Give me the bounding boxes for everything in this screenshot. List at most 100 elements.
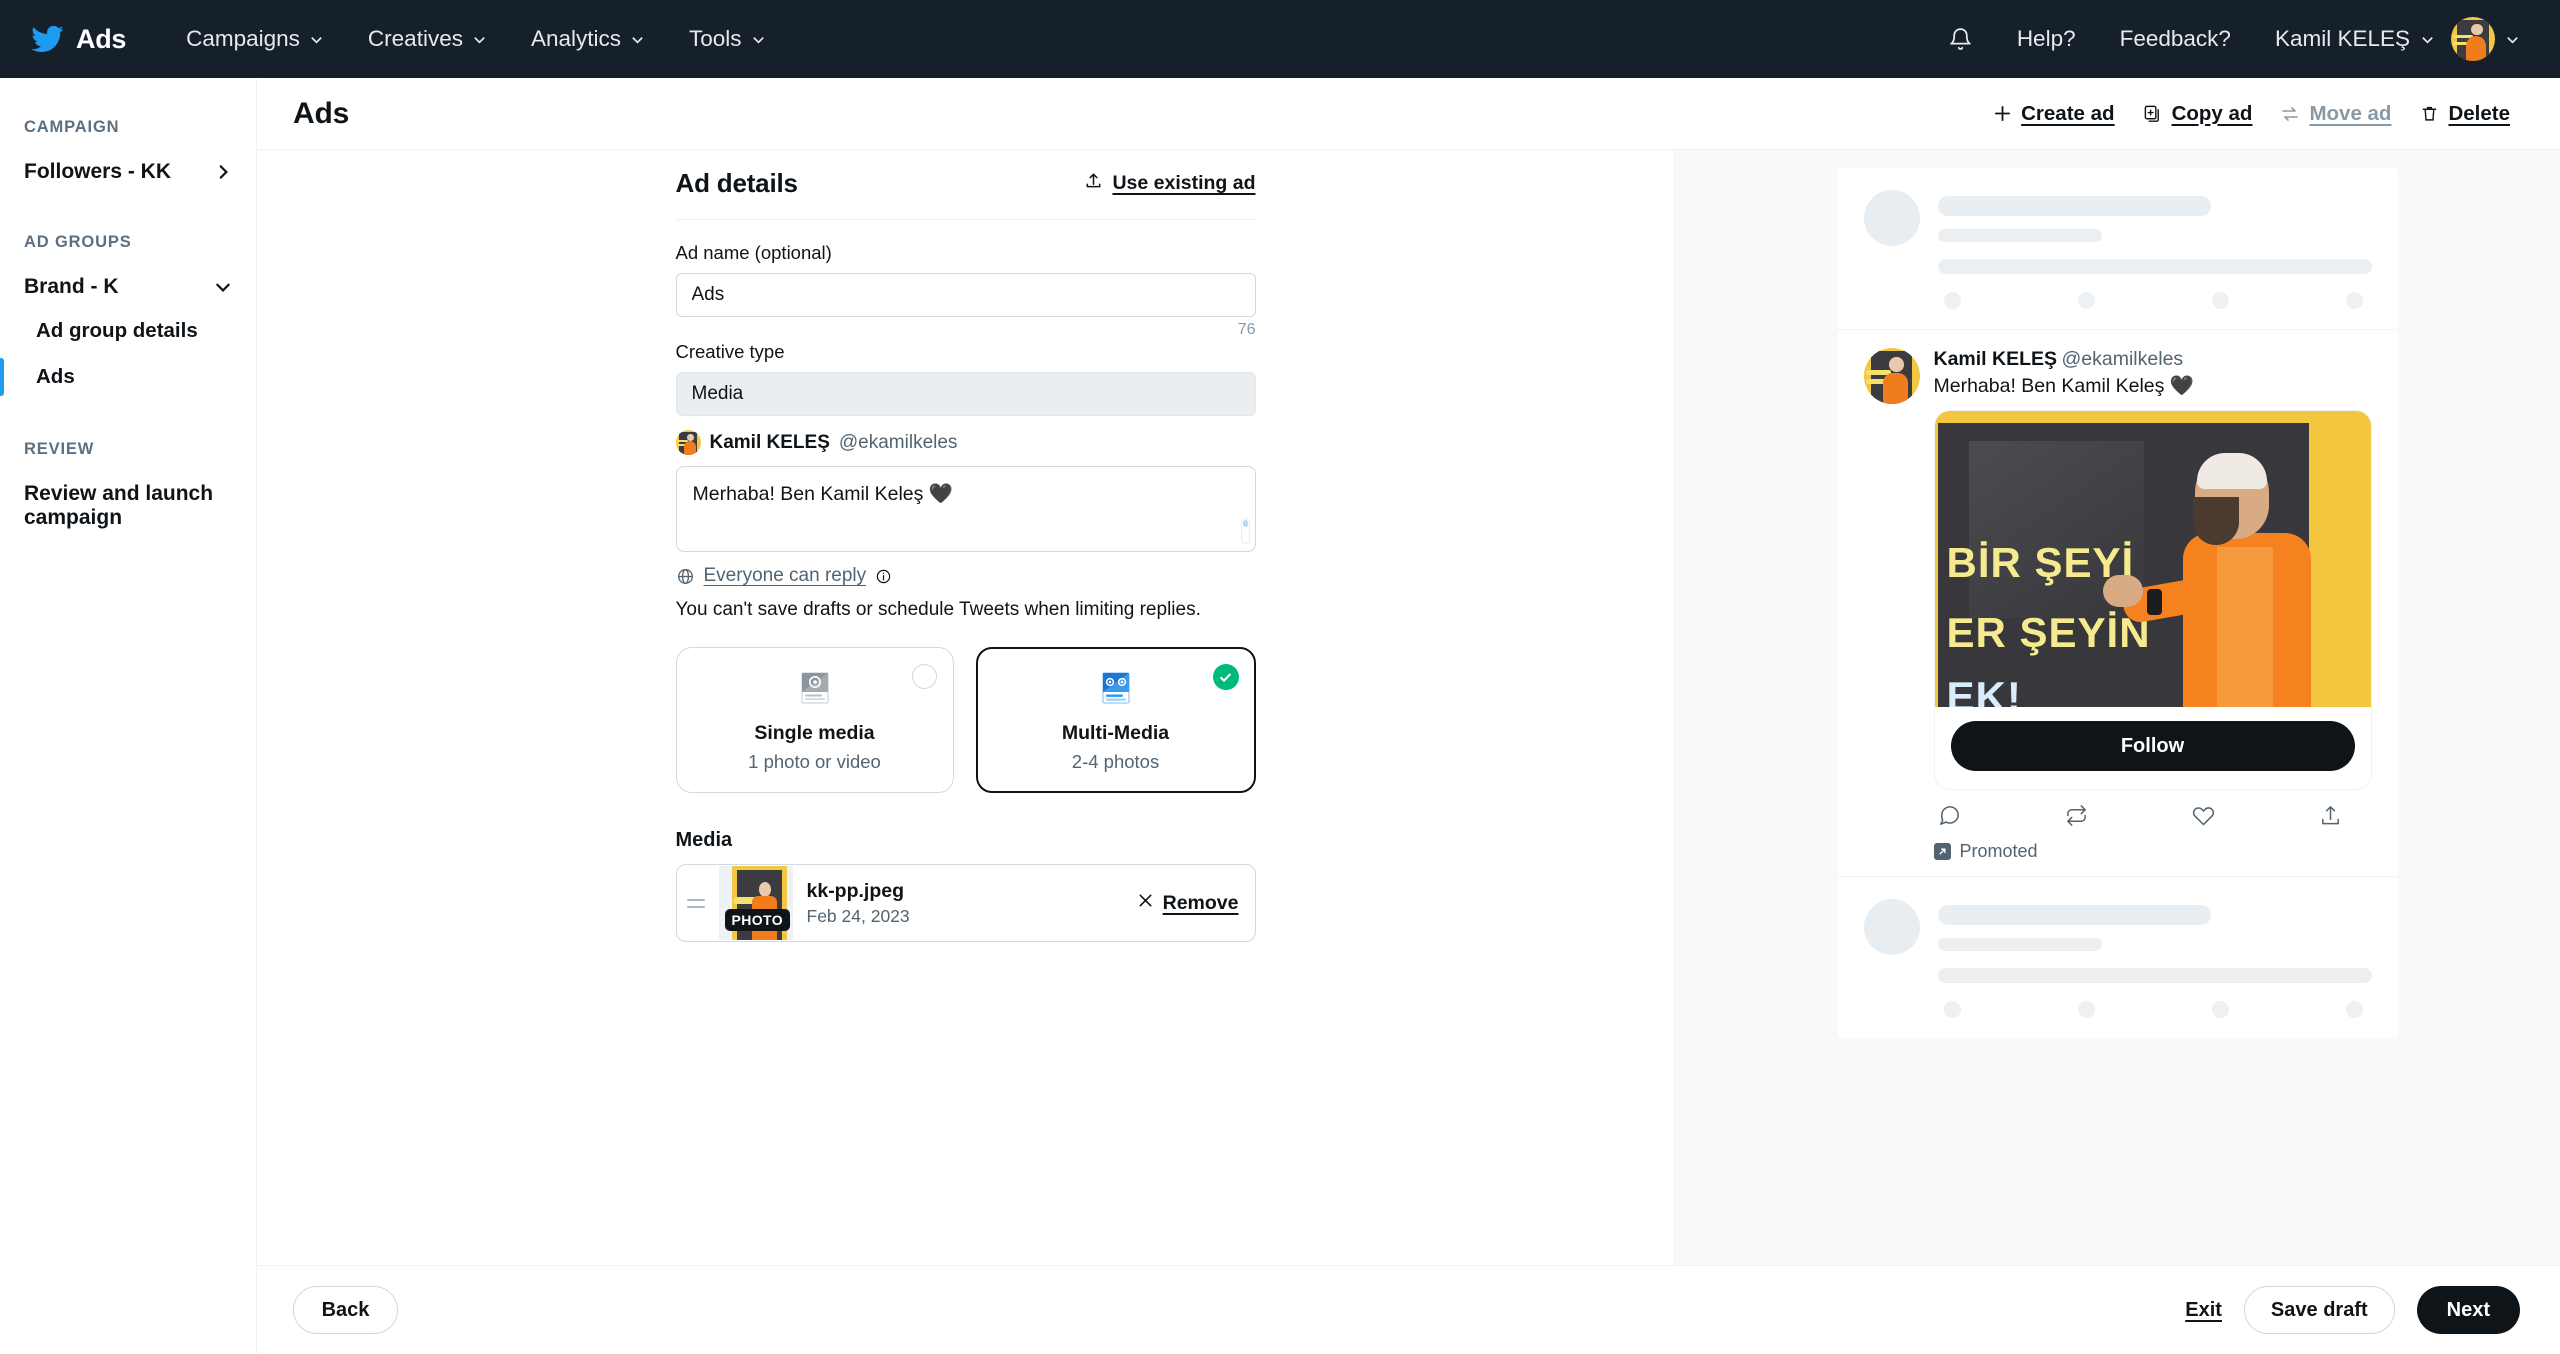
sidebar-item-label: Followers - KK — [24, 160, 172, 183]
preview-tweet-actions — [1934, 790, 2372, 827]
media-type-card-multi-media[interactable]: Multi-Media 2-4 photos — [975, 647, 1256, 793]
sidebar-item-review-launch[interactable]: Review and launch campaign — [0, 473, 256, 539]
placeholder-line — [1937, 259, 2372, 274]
ad-name-label: Ad name (optional) — [675, 242, 832, 263]
placeholder-line — [1937, 905, 2211, 925]
placeholder-tweet-bottom — [1837, 876, 2398, 1038]
placeholder-dot — [2077, 292, 2095, 309]
chevron-down-icon — [309, 32, 324, 47]
check-circle-icon[interactable] — [1212, 664, 1239, 690]
feedback-link[interactable]: Feedback? — [2098, 16, 2253, 62]
bottom-action-bar: Back Exit Save draft Next — [257, 1265, 2560, 1354]
media-section-label: Media — [675, 829, 733, 851]
nav-item-analytics[interactable]: Analytics — [509, 16, 667, 62]
create-ad-button[interactable]: Create ad — [1978, 96, 2128, 132]
preview-photo-person — [2102, 453, 2319, 707]
creative-type-label: Creative type — [675, 341, 785, 362]
media-list-item[interactable]: PHOTO kk-pp.jpeg Feb 24, 2023 Remove — [675, 864, 1256, 942]
like-icon[interactable] — [2192, 804, 2215, 827]
back-button[interactable]: Back — [293, 1286, 398, 1334]
chevron-down-icon — [630, 32, 645, 47]
move-icon — [2280, 104, 2300, 124]
next-button[interactable]: Next — [2416, 1286, 2520, 1334]
sidebar-item-ad-group-details[interactable]: Ad group details — [0, 308, 256, 354]
placeholder-dot — [2212, 1001, 2230, 1018]
media-file-date: Feb 24, 2023 — [806, 905, 910, 926]
delete-ad-button[interactable]: Delete — [2405, 96, 2524, 132]
sidebar-section-campaign: CAMPAIGN — [24, 118, 120, 136]
reply-limit-note: You can't save drafts or schedule Tweets… — [675, 599, 1201, 620]
use-existing-ad-button[interactable]: Use existing ad — [1084, 171, 1256, 196]
preview-tweet-handle: @ekamilkeles — [2061, 348, 2184, 370]
media-file-name: kk-pp.jpeg — [806, 879, 905, 902]
nav-item-campaigns[interactable]: Campaigns — [164, 16, 346, 62]
sidebar-item-brand-k[interactable]: Brand - K — [0, 266, 256, 308]
ad-details-header: Ad details Use existing ad — [676, 168, 1256, 219]
sidebar-item-followers-kk[interactable]: Followers - KK — [0, 151, 256, 193]
promoted-label: Promoted — [1959, 841, 2038, 861]
preview-follow-wrap: Follow — [1934, 707, 2371, 789]
placeholder-tweet-top — [1837, 168, 2398, 329]
divider — [675, 219, 1256, 220]
composer-account-name: Kamil KELEŞ — [709, 431, 830, 453]
sidebar-item-label: Review and launch campaign — [24, 482, 214, 529]
bell-icon[interactable] — [1926, 17, 1995, 62]
reply-setting-link[interactable]: Everyone can reply — [704, 565, 867, 587]
ad-details-form-panel: Ad details Use existing ad Ad name (opti… — [257, 150, 1675, 1265]
twitter-bird-icon — [30, 22, 64, 56]
chevron-down-icon — [472, 32, 487, 47]
sidebar: CAMPAIGN Followers - KK AD GROUPS Brand … — [0, 78, 257, 1354]
ad-details-form: Ad details Use existing ad Ad name (opti… — [675, 150, 1256, 1265]
composer-scrollbar[interactable] — [1240, 518, 1250, 544]
move-ad-button: Move ad — [2266, 96, 2405, 132]
ad-name-input[interactable] — [675, 273, 1256, 317]
page-header: Ads Create ad Copy ad Move ad Delete — [257, 78, 2560, 150]
drag-handle-icon[interactable] — [686, 898, 705, 908]
placeholder-line — [1937, 229, 2103, 242]
avatar-menu[interactable] — [2451, 17, 2524, 61]
nav-item-tools[interactable]: Tools — [667, 16, 788, 62]
avatar — [675, 430, 701, 455]
reply-icon[interactable] — [1938, 804, 1961, 827]
remove-media-button[interactable]: Remove — [1137, 892, 1239, 915]
nav-label: Campaigns — [186, 26, 300, 51]
preview-tweet-author: Kamil KELEŞ — [1933, 348, 2058, 370]
media-type-card-single-media[interactable]: Single media 1 photo or video — [675, 647, 954, 793]
radio-unselected-icon[interactable] — [911, 664, 937, 689]
move-ad-label: Move ad — [2309, 101, 2392, 125]
avatar — [1863, 348, 1920, 404]
brand-logo[interactable]: Ads — [30, 22, 126, 56]
sidebar-section-ad-groups: AD GROUPS — [24, 233, 132, 251]
nav-item-creatives[interactable]: Creatives — [346, 16, 509, 62]
placeholder-line — [1937, 938, 2103, 951]
use-existing-ad-label: Use existing ad — [1112, 172, 1256, 194]
media-type-selector: Single media 1 photo or video Multi-Medi… — [675, 647, 1256, 793]
plus-icon — [1992, 104, 2012, 124]
page-title: Ads — [293, 96, 350, 130]
save-draft-button[interactable]: Save draft — [2243, 1286, 2395, 1334]
creative-type-input[interactable] — [675, 372, 1256, 416]
preview-tweet-card: Kamil KELEŞ @ekamilkeles Merhaba! Ben Ka… — [1837, 329, 2398, 876]
placeholder-dot — [2212, 292, 2230, 309]
placeholder-dot — [2346, 1001, 2364, 1018]
chevron-down-icon — [2420, 32, 2435, 47]
tweet-text-editor[interactable]: Merhaba! Ben Kamil Keleş 🖤 — [675, 466, 1256, 552]
copy-ad-button[interactable]: Copy ad — [2129, 96, 2267, 132]
help-link[interactable]: Help? — [1995, 16, 2098, 62]
chevron-right-icon — [214, 163, 232, 181]
promoted-label-row: Promoted — [1933, 841, 2372, 862]
share-icon[interactable] — [2319, 804, 2342, 827]
follow-button[interactable]: Follow — [1950, 721, 2355, 771]
media-type-subtitle: 2-4 photos — [1071, 751, 1160, 772]
media-thumbnail: PHOTO — [718, 866, 793, 940]
account-menu[interactable]: Kamil KELEŞ — [2253, 16, 2451, 62]
retweet-icon[interactable] — [2065, 804, 2088, 827]
sidebar-item-ads[interactable]: Ads — [0, 354, 256, 400]
info-icon[interactable] — [875, 568, 892, 585]
exit-link[interactable]: Exit — [2185, 1299, 2222, 1322]
preview-photo-text-line2: ER ŞEYİN — [1946, 609, 2151, 656]
ad-preview-panel: Kamil KELEŞ @ekamilkeles Merhaba! Ben Ka… — [1675, 150, 2560, 1265]
placeholder-avatar — [1863, 190, 1920, 246]
